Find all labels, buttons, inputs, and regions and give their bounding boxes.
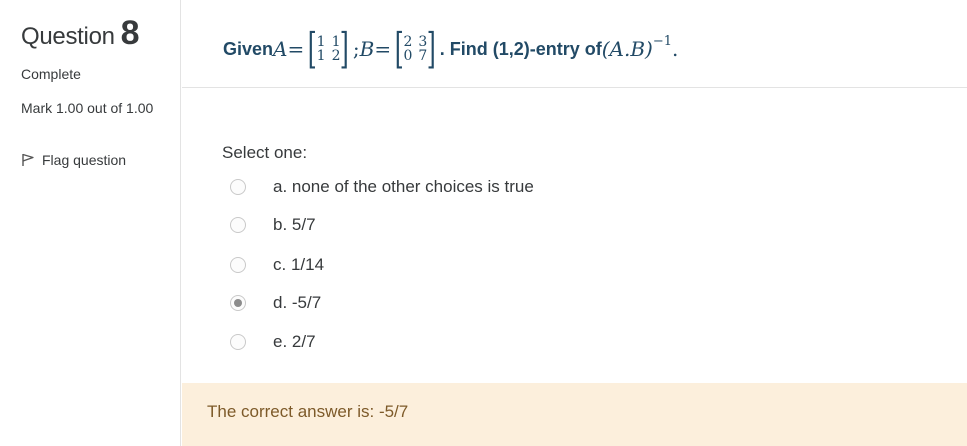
radio-option-b[interactable] — [230, 217, 246, 233]
radio-option-d[interactable] — [230, 295, 246, 311]
option-b[interactable]: b. 5/7 — [222, 215, 316, 235]
option-label[interactable]: d. -5/7 — [273, 293, 321, 313]
matrix-a-cell: 1 — [316, 34, 326, 50]
given-text: Given — [223, 38, 274, 59]
select-one-prompt: Select one: — [222, 143, 308, 162]
a-symbol: A — [273, 37, 288, 61]
matrix-a: 1 1 1 2 — [317, 35, 341, 63]
question-word: Question — [21, 23, 115, 50]
option-label[interactable]: a. none of the other choices is true — [273, 177, 534, 197]
question-text-area: Given A =[ 1 1 1 2 ]; B =[ 2 3 0 7 ] . Find… — [182, 0, 967, 88]
matrix-b-cell: 0 — [403, 48, 413, 64]
correct-answer-text: The correct answer is: -5/7 — [207, 402, 409, 421]
option-d[interactable]: d. -5/7 — [222, 293, 321, 313]
answer-area: Select one: — [222, 143, 307, 171]
radio-option-e[interactable] — [230, 334, 246, 350]
option-label[interactable]: b. 5/7 — [273, 215, 316, 235]
option-e[interactable]: e. 2/7 — [222, 332, 316, 352]
matrix-b-cell: 2 — [403, 34, 413, 50]
inverse-expression: (A.B) −1. — [601, 33, 679, 62]
feedback-box: The correct answer is: -5/7 — [182, 383, 967, 446]
question-number: 8 — [120, 14, 140, 52]
option-a[interactable]: a. none of the other choices is true — [222, 177, 534, 197]
matrix-b: 2 3 0 7 — [403, 35, 427, 63]
flag-icon — [21, 153, 35, 167]
find-text: . Find (1,2)-entry of — [439, 38, 602, 59]
question-heading: Question 8 — [21, 14, 140, 53]
product-expression: (A.B) — [601, 37, 653, 61]
matrix-a-expression: A =[ 1 1 1 2 ]; B =[ 2 3 0 7 ] — [273, 24, 437, 73]
question-grade: Mark 1.00 out of 1.00 — [21, 100, 154, 116]
exponent: −1 — [652, 33, 672, 49]
option-label[interactable]: c. 1/14 — [273, 255, 324, 275]
question-state: Complete — [21, 66, 81, 82]
question-info-sidebar: Question 8 Complete Mark 1.00 out of 1.00… — [0, 0, 181, 446]
option-c[interactable]: c. 1/14 — [222, 255, 324, 275]
separator: ; — [352, 37, 360, 61]
matrix-a-cell: 1 — [316, 48, 326, 64]
flag-question-link[interactable]: Flag question — [21, 152, 126, 168]
question-text: Given A =[ 1 1 1 2 ]; B =[ 2 3 0 7 ] . Find… — [223, 28, 678, 70]
radio-option-a[interactable] — [230, 179, 246, 195]
end-period: . — [672, 37, 679, 61]
option-label[interactable]: e. 2/7 — [273, 332, 316, 352]
radio-option-c[interactable] — [230, 257, 246, 273]
flag-question-label: Flag question — [42, 152, 127, 168]
b-symbol: B — [359, 37, 375, 61]
